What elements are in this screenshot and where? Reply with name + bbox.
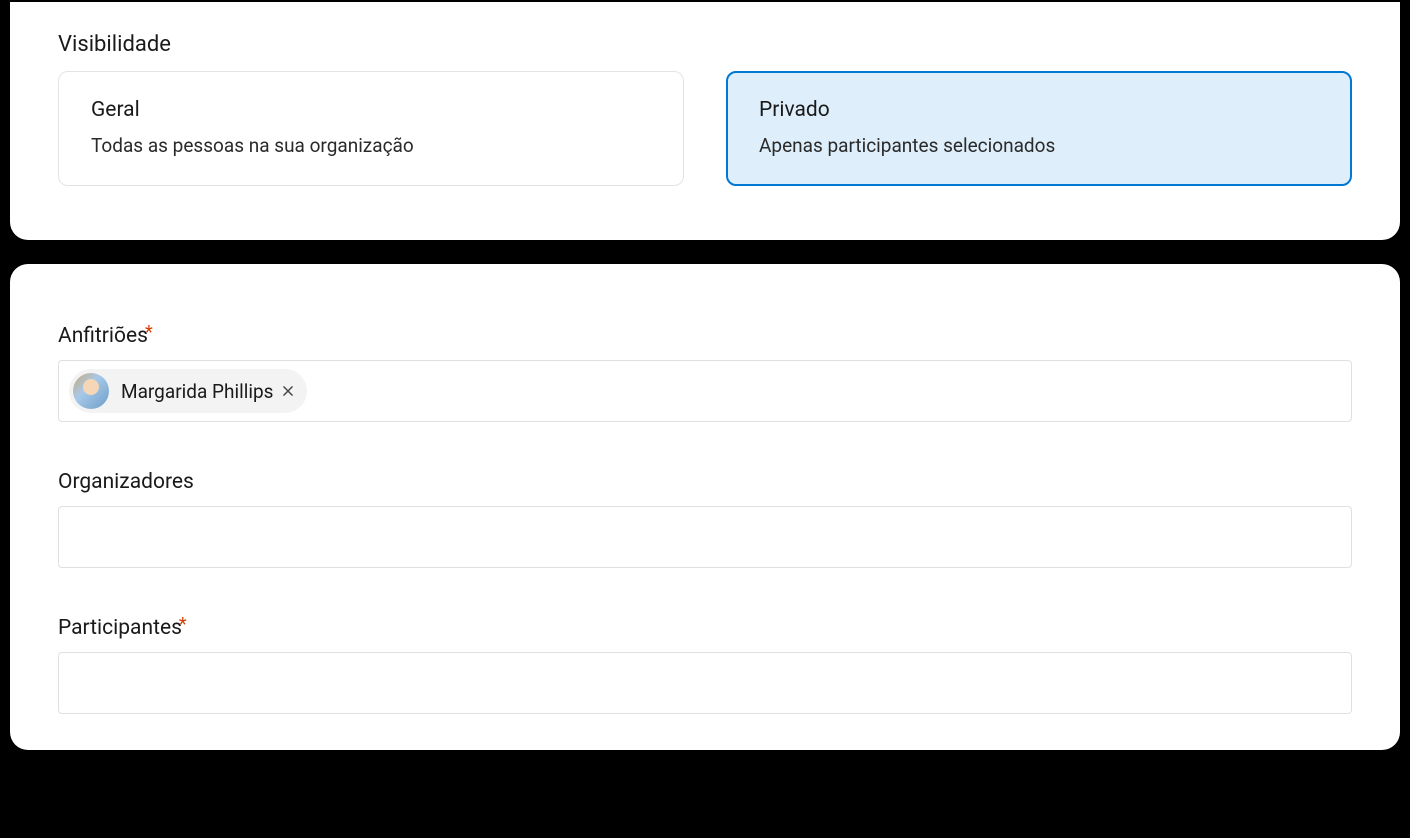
organizers-field-group: Organizadores [58,470,1352,568]
hosts-label: Anfitriões* [58,324,1352,348]
organizers-label: Organizadores [58,470,1352,494]
visibility-general-description: Todas as pessoas na sua organização [91,134,651,157]
hosts-label-text: Anfitriões [58,324,148,348]
visibility-private-description: Apenas participantes selecionados [759,134,1319,157]
participants-input[interactable] [58,652,1352,714]
visibility-option-general[interactable]: Geral Todas as pessoas na sua organizaçã… [58,71,684,186]
participants-label: Participantes* [58,616,1352,640]
visibility-panel: Visibilidade Geral Todas as pessoas na s… [10,2,1400,240]
organizers-label-text: Organizadores [58,470,194,494]
participants-field-group: Participantes* [58,616,1352,714]
visibility-options: Geral Todas as pessoas na sua organizaçã… [58,71,1352,186]
organizers-input[interactable] [58,506,1352,568]
visibility-private-title: Privado [759,98,1319,122]
host-chip: Margarida Phillips [69,369,307,413]
hosts-input[interactable]: Margarida Phillips [58,360,1352,422]
required-indicator: * [179,614,187,635]
avatar [73,373,109,409]
people-panel: Anfitriões* Margarida Phillips Organizad… [10,264,1400,750]
hosts-field-group: Anfitriões* Margarida Phillips [58,324,1352,422]
participants-label-text: Participantes [58,616,182,640]
visibility-option-private[interactable]: Privado Apenas participantes selecionado… [726,71,1352,186]
visibility-general-title: Geral [91,98,651,122]
visibility-section-title: Visibilidade [58,32,1352,57]
required-indicator: * [145,322,153,343]
close-icon[interactable] [279,382,297,400]
host-chip-name: Margarida Phillips [121,380,273,403]
